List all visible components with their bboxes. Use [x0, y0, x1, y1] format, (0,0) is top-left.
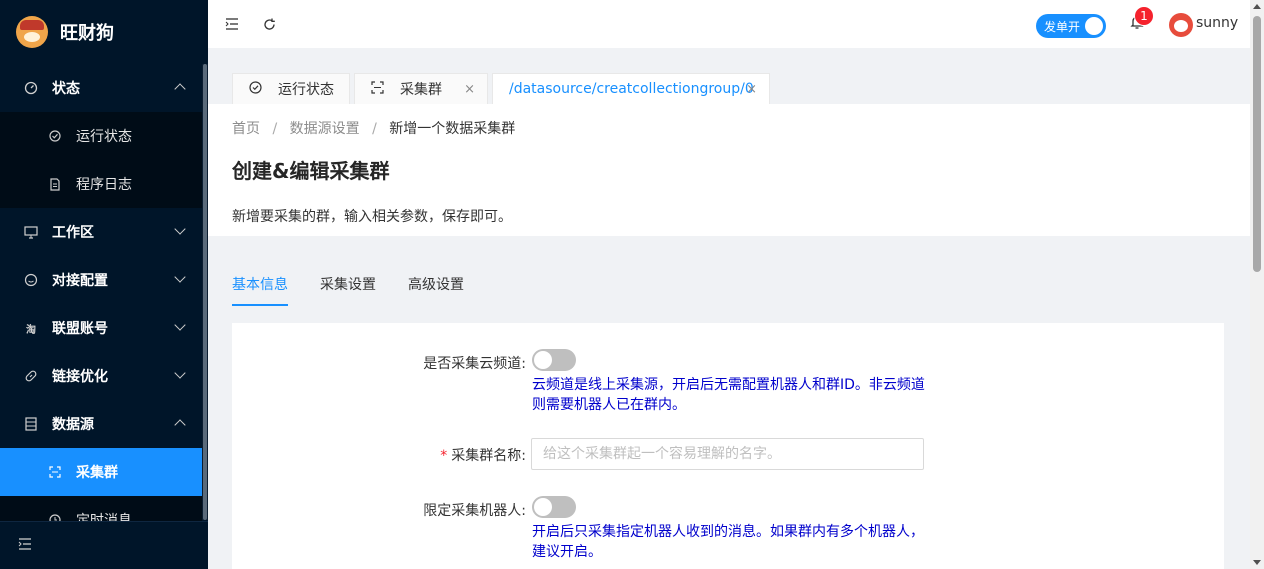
- sidebar-item-label: 程序日志: [76, 177, 132, 193]
- chevron-down-icon: [174, 271, 186, 283]
- scroll-up-icon[interactable]: [1253, 4, 1261, 9]
- sidebar-collapse-button[interactable]: [0, 521, 208, 569]
- close-icon[interactable]: ×: [464, 82, 475, 97]
- sidebar-item-integration[interactable]: 对接配置: [0, 256, 202, 304]
- sidebar-item-label: 数据源: [52, 417, 94, 433]
- breadcrumb-parent[interactable]: 数据源设置: [290, 121, 360, 137]
- sidebar-item-collection-group[interactable]: 采集群: [0, 448, 202, 496]
- dog-logo-icon: [16, 16, 48, 48]
- switch-knob: [534, 351, 552, 369]
- brand-name: 旺财狗: [60, 23, 114, 44]
- tab-label: 运行状态: [278, 82, 334, 98]
- tab-create-collection-group[interactable]: /datasource/creatcollectiongroup/0 ×: [492, 73, 770, 104]
- file-text-icon: [48, 177, 62, 191]
- scan-icon: [371, 80, 384, 98]
- order-toggle-label: 发单开: [1044, 19, 1081, 34]
- page-description: 新增要采集的群，输入相关参数，保存即可。: [232, 209, 512, 225]
- notification-badge: 1: [1134, 6, 1154, 26]
- link-icon: [24, 369, 38, 383]
- sidebar-item-label: 采集群: [76, 465, 118, 481]
- toggle-knob: [1085, 17, 1103, 35]
- breadcrumb-separator: /: [272, 121, 278, 137]
- tab-advanced-settings[interactable]: 高级设置: [408, 264, 464, 306]
- page-title: 创建&编辑采集群: [232, 159, 390, 183]
- sidebar-item-status[interactable]: 状态: [0, 64, 202, 112]
- breadcrumb: 首页 / 数据源设置 / 新增一个数据采集群: [232, 118, 1226, 138]
- scroll-down-icon[interactable]: [1253, 560, 1261, 565]
- form-card: 是否采集云频道: 云频道是线上采集源，开启后无需配置机器人和群ID。非云频道则需…: [232, 323, 1224, 569]
- sidebar-item-program-log[interactable]: 程序日志: [0, 160, 202, 208]
- desktop-icon: [24, 225, 38, 239]
- top-header: 发单开 1 sunny: [208, 0, 1250, 48]
- brand-logo[interactable]: 旺财狗: [0, 0, 208, 64]
- limit-robot-switch[interactable]: [532, 496, 576, 518]
- close-icon[interactable]: ×: [746, 82, 757, 97]
- sidebar-item-label: 运行状态: [76, 129, 132, 145]
- sidebar-item-label: 联盟账号: [52, 321, 108, 337]
- page-header: 首页 / 数据源设置 / 新增一个数据采集群 创建&编辑采集群 新增要采集的群，…: [208, 104, 1250, 236]
- form-tabs: 基本信息 采集设置 高级设置: [232, 264, 496, 306]
- breadcrumb-current: 新增一个数据采集群: [389, 121, 516, 137]
- tab-label: 采集群: [400, 82, 442, 98]
- page-scrollbar[interactable]: [1250, 0, 1264, 569]
- smile-icon: [24, 273, 38, 287]
- tab-collection-settings[interactable]: 采集设置: [320, 264, 376, 306]
- sidebar-item-link-optimize[interactable]: 链接优化: [0, 352, 202, 400]
- scrollbar-thumb[interactable]: [1253, 16, 1261, 272]
- chevron-up-icon: [174, 83, 186, 95]
- cloud-channel-switch[interactable]: [532, 349, 576, 371]
- app-root: 旺财狗 状态 运行状态 程序日志 工作区 对接配置 淘 联盟账号 链接优化 数据…: [0, 0, 1264, 569]
- main-content: 首页 / 数据源设置 / 新增一个数据采集群 创建&编辑采集群 新增要采集的群，…: [208, 104, 1250, 569]
- sidebar-item-datasource[interactable]: 数据源: [0, 400, 202, 448]
- sidebar-item-label: 链接优化: [52, 369, 108, 385]
- tab-run-status[interactable]: 运行状态: [232, 73, 350, 104]
- switch-knob: [534, 498, 552, 516]
- avatar[interactable]: [1169, 13, 1193, 37]
- limit-robot-label: 限定采集机器人:: [423, 503, 526, 519]
- order-toggle[interactable]: 发单开: [1036, 14, 1106, 38]
- sidebar: 旺财狗 状态 运行状态 程序日志 工作区 对接配置 淘 联盟账号 链接优化 数据…: [0, 0, 208, 569]
- tab-label: /datasource/creatcollectiongroup/0: [509, 81, 754, 97]
- username[interactable]: sunny: [1196, 15, 1238, 31]
- check-circle-icon: [48, 129, 62, 143]
- breadcrumb-home[interactable]: 首页: [232, 121, 260, 137]
- page-tabs: 运行状态 采集群 × /datasource/creatcollectiongr…: [208, 48, 1250, 104]
- sidebar-item-alliance-account[interactable]: 淘 联盟账号: [0, 304, 202, 352]
- tab-collection-group[interactable]: 采集群 ×: [354, 73, 488, 104]
- sidebar-item-workspace[interactable]: 工作区: [0, 208, 202, 256]
- chevron-down-icon: [174, 223, 186, 235]
- group-name-input[interactable]: [531, 438, 924, 470]
- sidebar-item-label: 对接配置: [52, 273, 108, 289]
- dashboard-icon: [24, 81, 38, 95]
- chevron-down-icon: [174, 367, 186, 379]
- chevron-up-icon: [174, 419, 186, 431]
- database-icon: [24, 417, 38, 431]
- sidebar-item-label: 工作区: [52, 225, 94, 241]
- chevron-down-icon: [174, 319, 186, 331]
- required-mark: *: [440, 448, 448, 464]
- reload-icon[interactable]: [259, 14, 279, 34]
- tab-basic-info[interactable]: 基本信息: [232, 264, 288, 306]
- group-name-label: * 采集群名称:: [440, 448, 526, 464]
- menu-fold-icon: [18, 537, 32, 554]
- breadcrumb-separator: /: [372, 121, 377, 137]
- scan-icon: [48, 465, 62, 479]
- sidebar-item-run-status[interactable]: 运行状态: [0, 112, 202, 160]
- taobao-icon: 淘: [26, 324, 36, 336]
- limit-robot-hint: 开启后只采集指定机器人收到的消息。如果群内有多个机器人，建议开启。: [532, 524, 924, 560]
- menu-fold-icon[interactable]: [222, 14, 242, 34]
- check-circle-icon: [249, 80, 262, 98]
- cloud-channel-label: 是否采集云频道:: [423, 356, 526, 372]
- sidebar-item-label: 状态: [52, 81, 80, 97]
- cloud-channel-hint: 云频道是线上采集源，开启后无需配置机器人和群ID。非云频道则需要机器人已在群内。: [532, 377, 925, 413]
